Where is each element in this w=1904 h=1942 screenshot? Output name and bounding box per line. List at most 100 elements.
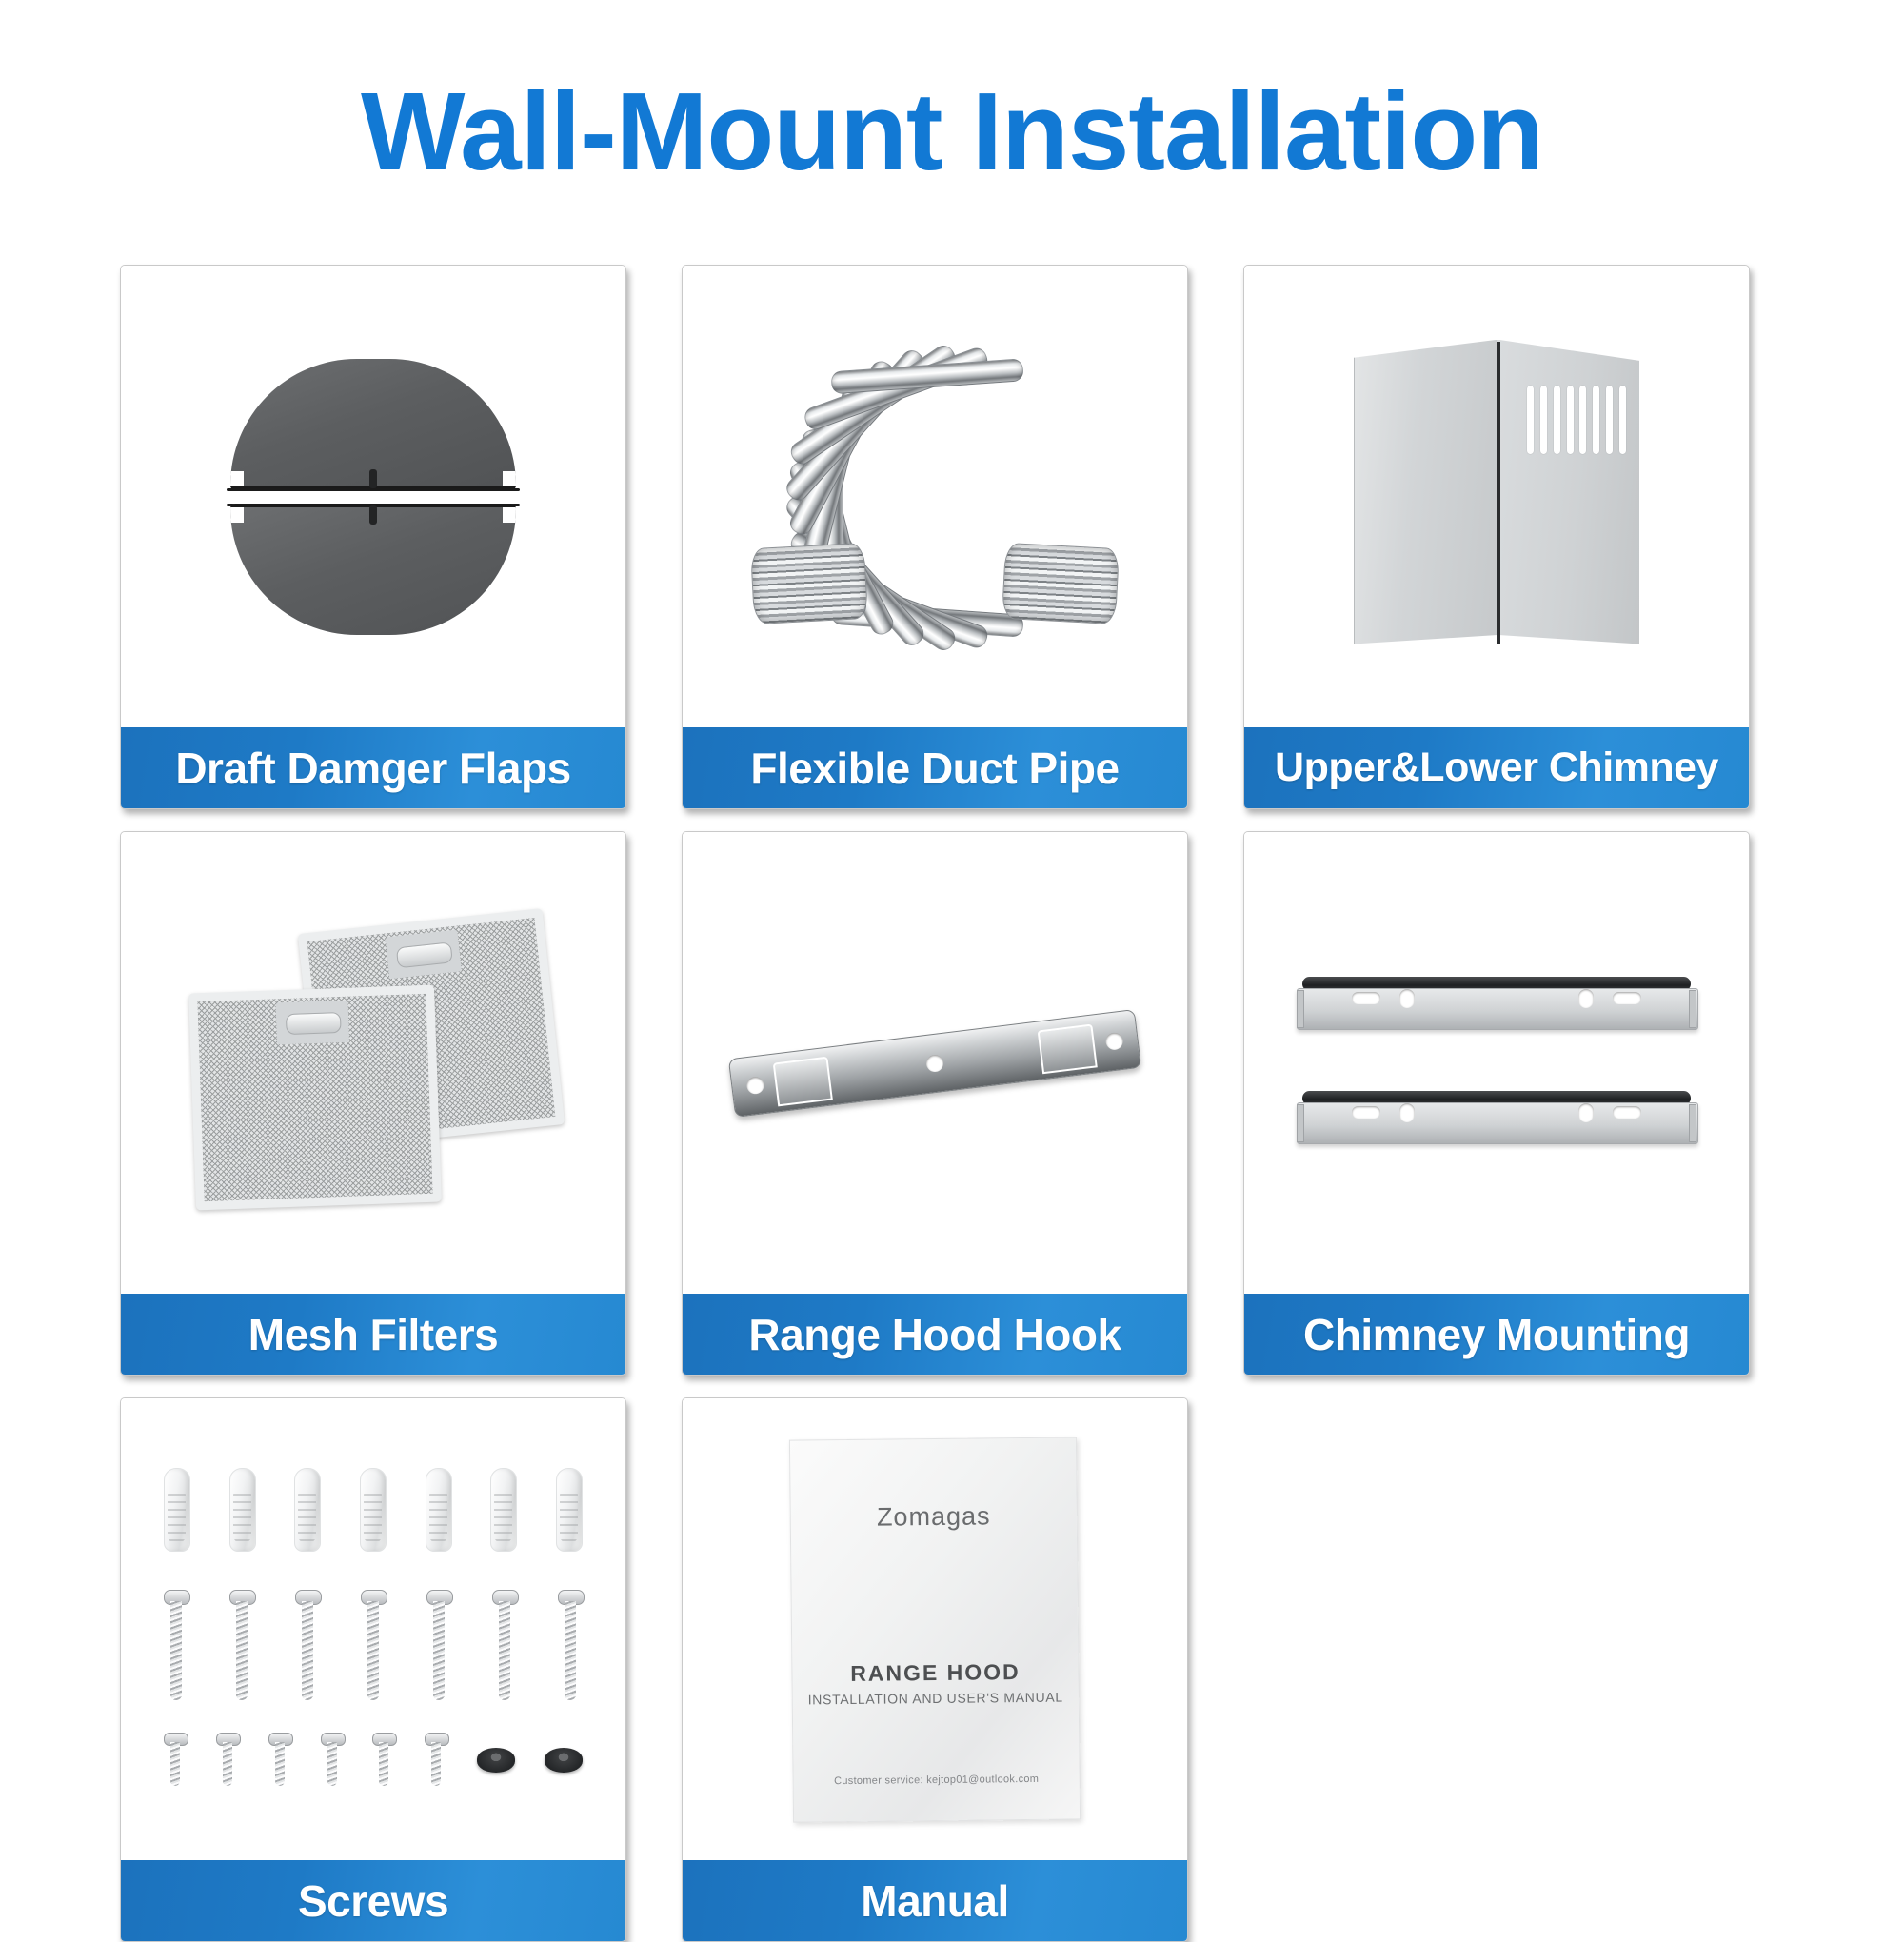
manual-subtitle: INSTALLATION AND USER'S MANUAL xyxy=(807,1689,1063,1707)
part-card-draft-damper-flaps[interactable]: Draft Damger Flaps xyxy=(120,265,626,809)
vent-slot-icon xyxy=(1606,385,1614,454)
long-screw-icon xyxy=(361,1589,387,1702)
chimney-vent-slots xyxy=(1527,385,1626,454)
wall-anchor-icon xyxy=(164,1467,190,1552)
long-screw-icon xyxy=(295,1589,322,1702)
chimney-graphic xyxy=(1354,339,1639,654)
bracket-edge-left xyxy=(1297,1103,1304,1142)
wall-anchor-icon xyxy=(359,1467,387,1552)
part-label-upper-lower-chimney: Upper&Lower Chimney xyxy=(1244,727,1749,808)
wall-anchor-row xyxy=(164,1467,583,1552)
mesh-filters-image xyxy=(121,832,625,1294)
bracket-slot-icon xyxy=(1352,1105,1380,1119)
short-screw-icon xyxy=(372,1732,398,1788)
page-title: Wall-Mount Installation xyxy=(360,69,1544,193)
vent-slot-icon xyxy=(1618,385,1626,454)
bracket-hole-icon xyxy=(1399,988,1415,1008)
duct-end-right xyxy=(1001,542,1121,624)
wall-anchor-icon xyxy=(294,1467,322,1552)
filter-handle-icon xyxy=(385,929,462,979)
damper-gap-line-upper xyxy=(227,487,520,491)
part-label-mesh-filters: Mesh Filters xyxy=(121,1294,625,1375)
hook-bar-graphic xyxy=(727,1008,1142,1118)
screws-graphic xyxy=(164,1467,585,1792)
mesh-filter-front xyxy=(188,984,442,1210)
wall-anchor-icon xyxy=(228,1467,256,1552)
short-screw-row xyxy=(164,1732,583,1788)
rubber-washer-icon xyxy=(544,1747,583,1773)
damper-notch-left-icon xyxy=(230,470,244,486)
manual-brand: Zomagas xyxy=(876,1500,991,1532)
bracket-edge-right xyxy=(1689,989,1696,1028)
mesh-filters-graphic xyxy=(188,907,565,1210)
long-screw-row xyxy=(164,1589,585,1702)
vent-slot-icon xyxy=(1579,385,1587,454)
part-card-manual[interactable]: Zomagas RANGE HOOD INSTALLATION AND USER… xyxy=(682,1397,1188,1942)
short-screw-icon xyxy=(425,1732,450,1788)
damper-notch-right-icon xyxy=(503,470,516,486)
manual-image: Zomagas RANGE HOOD INSTALLATION AND USER… xyxy=(683,1398,1187,1860)
long-screw-icon xyxy=(426,1589,453,1702)
mounting-bracket-upper xyxy=(1297,976,1698,1036)
long-screw-icon xyxy=(164,1589,190,1702)
draft-damper-flaps-image xyxy=(121,266,625,727)
damper-notch-right-icon xyxy=(503,506,516,523)
filter-handle-icon xyxy=(275,1000,349,1044)
hook-raised-tab-icon xyxy=(1037,1023,1098,1074)
part-card-mesh-filters[interactable]: Mesh Filters xyxy=(120,831,626,1376)
flexible-duct-pipe-image xyxy=(683,266,1187,727)
chimney-corner-seam xyxy=(1497,341,1500,644)
part-card-range-hood-hook[interactable]: Range Hood Hook xyxy=(682,831,1188,1376)
manual-cover-graphic: Zomagas RANGE HOOD INSTALLATION AND USER… xyxy=(788,1436,1081,1823)
part-card-flexible-duct-pipe[interactable]: Flexible Duct Pipe xyxy=(682,265,1188,809)
infographic-page: Wall-Mount Installation Draft Damger Fla… xyxy=(0,0,1904,1942)
vent-slot-icon xyxy=(1539,385,1547,454)
bracket-slot-icon xyxy=(1352,991,1380,1004)
manual-product-title: RANGE HOOD xyxy=(850,1658,1021,1686)
damper-tab-icon xyxy=(369,468,377,488)
mounting-bracket-lower xyxy=(1297,1090,1698,1150)
wall-anchor-icon xyxy=(490,1467,518,1552)
short-screw-icon xyxy=(164,1732,188,1788)
damper-flaps-graphic xyxy=(227,358,520,635)
vent-slot-icon xyxy=(1527,385,1534,454)
wall-anchor-icon xyxy=(425,1467,452,1552)
bracket-hole-icon xyxy=(1399,1102,1415,1122)
part-label-flexible-duct-pipe: Flexible Duct Pipe xyxy=(683,727,1187,808)
part-label-screws: Screws xyxy=(121,1860,625,1941)
chimney-face-left xyxy=(1354,339,1499,644)
part-label-manual: Manual xyxy=(683,1860,1187,1941)
chimney-mounting-image xyxy=(1244,832,1749,1294)
range-hood-hook-image xyxy=(683,832,1187,1294)
part-label-range-hood-hook: Range Hood Hook xyxy=(683,1294,1187,1375)
damper-tab-icon xyxy=(369,505,377,525)
bracket-hole-icon xyxy=(1578,1102,1594,1122)
bracket-hole-icon xyxy=(1578,988,1594,1008)
upper-lower-chimney-image xyxy=(1244,266,1749,727)
part-label-draft-damper-flaps: Draft Damger Flaps xyxy=(121,727,625,808)
vent-slot-icon xyxy=(1553,385,1560,454)
rubber-washer-icon xyxy=(477,1747,516,1773)
manual-customer-service: Customer service: kejtop01@outlook.com xyxy=(834,1773,1040,1787)
bracket-slot-icon xyxy=(1613,991,1641,1004)
bracket-edge-left xyxy=(1297,989,1304,1028)
vent-slot-icon xyxy=(1593,385,1600,454)
mounting-brackets-graphic xyxy=(1297,973,1698,1154)
short-screw-icon xyxy=(215,1732,241,1788)
part-card-chimney-mounting[interactable]: Chimney Mounting xyxy=(1243,831,1750,1376)
wall-anchor-icon xyxy=(555,1467,583,1552)
hook-raised-tab-icon xyxy=(772,1056,833,1106)
part-card-upper-lower-chimney[interactable]: Upper&Lower Chimney xyxy=(1243,265,1750,809)
duct-pipe-graphic xyxy=(744,341,1125,654)
part-label-chimney-mounting: Chimney Mounting xyxy=(1244,1294,1749,1375)
parts-grid: Draft Damger Flaps Flexible Duct Pipe Up… xyxy=(120,265,1786,1942)
vent-slot-icon xyxy=(1566,385,1574,454)
long-screw-icon xyxy=(558,1589,585,1702)
short-screw-icon xyxy=(268,1732,293,1788)
bracket-slot-icon xyxy=(1613,1105,1641,1119)
long-screw-icon xyxy=(492,1589,519,1702)
chimney-face-right xyxy=(1497,339,1639,644)
short-screw-icon xyxy=(320,1732,346,1788)
part-card-screws[interactable]: Screws xyxy=(120,1397,626,1942)
screws-image xyxy=(121,1398,625,1860)
